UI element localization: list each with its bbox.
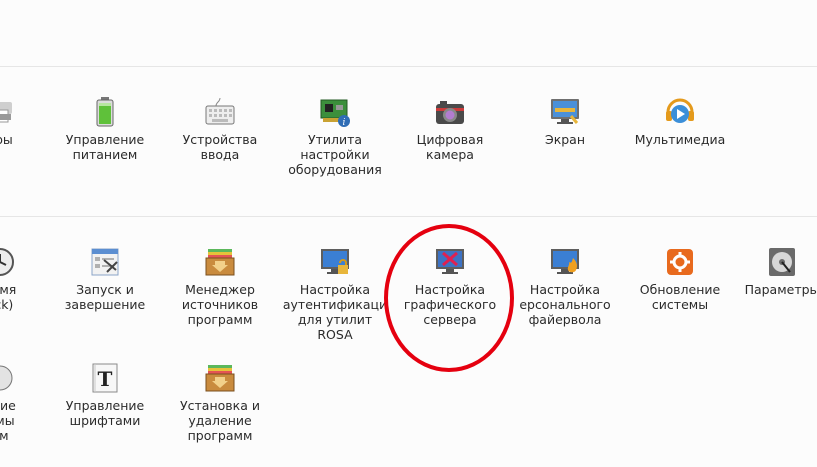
multimedia-icon xyxy=(664,96,696,128)
item-label: Настройка ерсонального файервола xyxy=(519,282,611,327)
display-icon xyxy=(549,96,581,128)
svg-text:i: i xyxy=(343,118,346,128)
keyboard-icon xyxy=(204,96,236,128)
item-label: Настройка аутентификаци для утилит ROSA xyxy=(282,282,388,342)
font-icon: T xyxy=(89,362,121,394)
item-label: Установка и удаление программ xyxy=(180,398,260,443)
startup-icon xyxy=(89,246,121,278)
camera-icon xyxy=(434,96,466,128)
item-label: Настройка графического сервера xyxy=(403,282,497,327)
item-label: Обновление системы xyxy=(639,282,721,312)
clock-icon xyxy=(0,246,16,278)
item-label: Мультимедиа xyxy=(634,132,726,147)
item-label: Управление шрифтами xyxy=(65,398,145,428)
package-box-icon xyxy=(204,362,236,394)
item-label: ремя ock) xyxy=(0,282,17,312)
disk-icon xyxy=(766,246,798,278)
item-label: Запуск и завершение xyxy=(64,282,146,312)
svg-text:T: T xyxy=(98,367,113,391)
item-label: еры xyxy=(0,132,13,147)
hardware-card-icon: i xyxy=(319,96,351,128)
monitor-flame-icon xyxy=(549,246,581,278)
item-label: Устройства ввода xyxy=(182,132,258,162)
item-label: ение ымы ам xyxy=(0,398,16,443)
divider-middle xyxy=(0,216,817,217)
update-icon xyxy=(664,246,696,278)
item-label: Управление питанием xyxy=(65,132,145,162)
item-label: Параметры xyxy=(744,282,817,297)
printer-icon xyxy=(0,96,16,128)
item-label: Утилита настройки оборудования xyxy=(288,132,382,177)
item-label: Экран xyxy=(544,132,586,147)
item-label: Цифровая камера xyxy=(416,132,484,162)
generic-icon xyxy=(0,362,16,394)
monitor-lock-icon xyxy=(319,246,351,278)
divider-top xyxy=(0,66,817,67)
package-box-icon xyxy=(204,246,236,278)
battery-icon xyxy=(89,96,121,128)
item-label: Менеджер источников программ xyxy=(181,282,259,327)
monitor-x-icon xyxy=(434,246,466,278)
